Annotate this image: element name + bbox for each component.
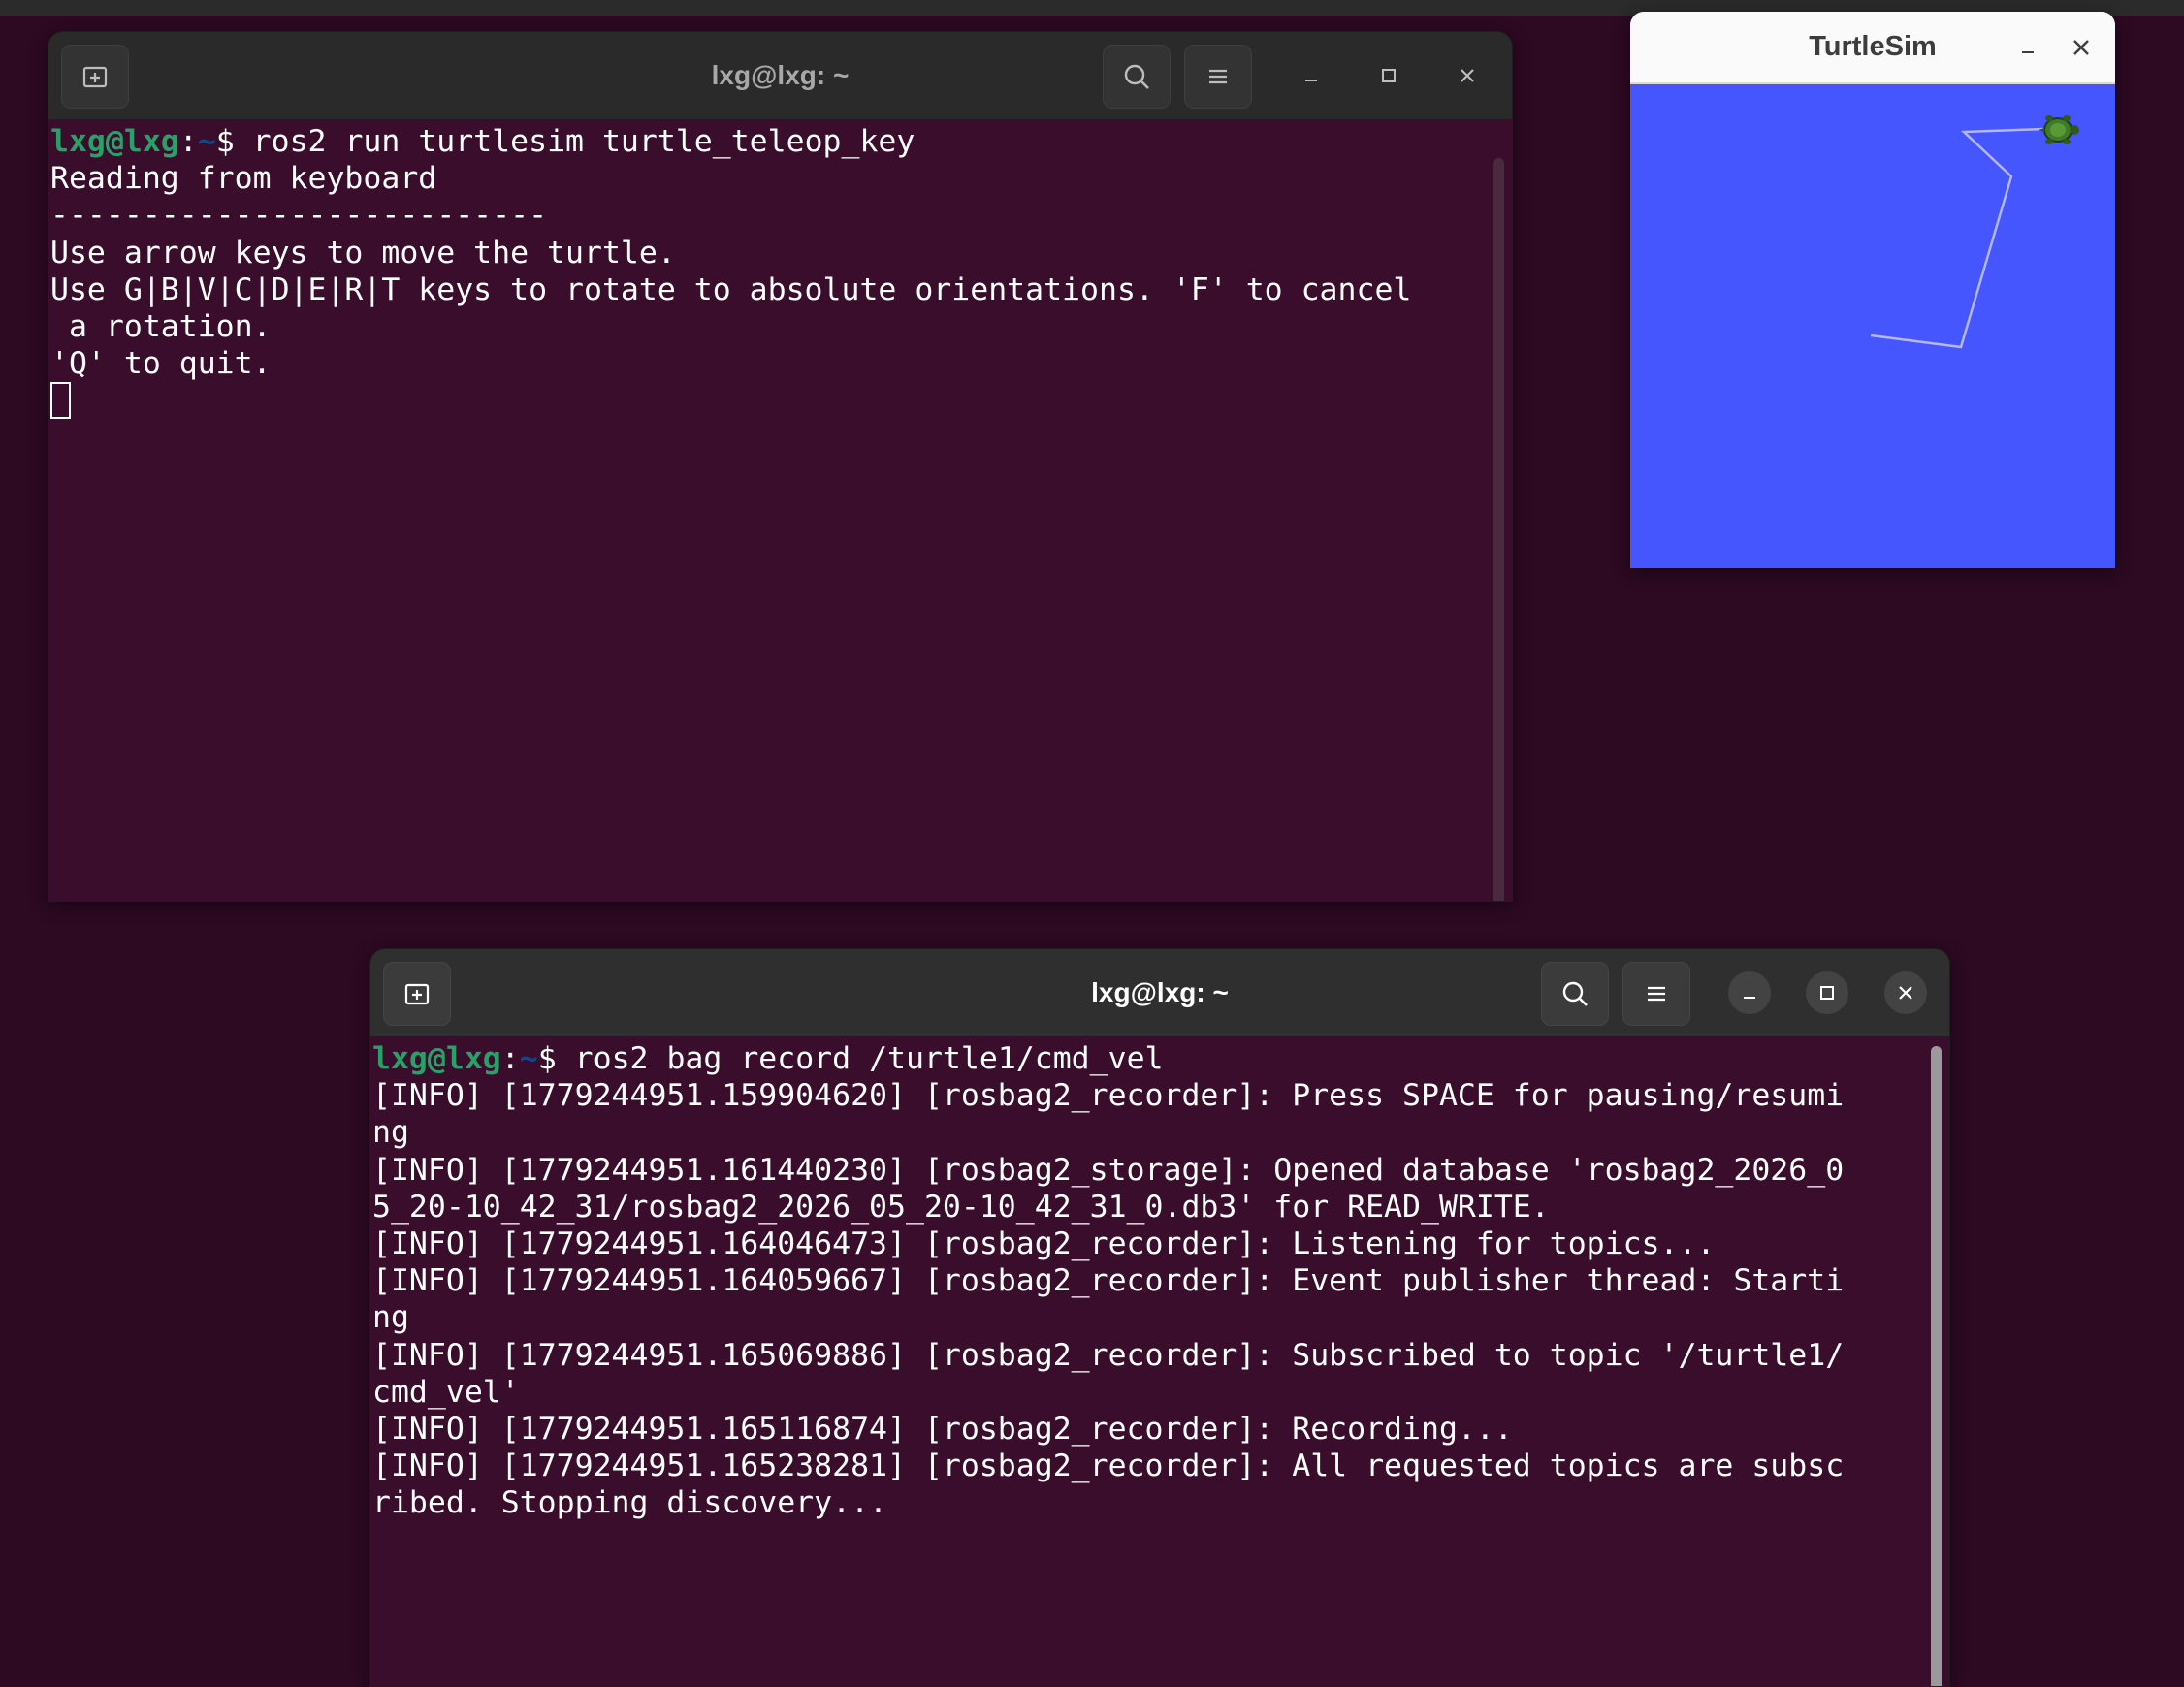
search-button[interactable]	[1541, 962, 1609, 1026]
close-button[interactable]	[1884, 971, 1927, 1014]
search-button[interactable]	[1103, 45, 1171, 109]
maximize-icon	[1382, 69, 1396, 82]
close-icon	[2073, 40, 2089, 55]
prompt-user: lxg@lxg	[372, 1041, 501, 1076]
prompt-symbol: $	[537, 1041, 575, 1076]
cursor-line	[50, 382, 1512, 420]
output-line: Use G|B|V|C|D|E|R|T keys to rotate to ab…	[50, 271, 1412, 307]
minimize-button[interactable]	[2011, 31, 2044, 64]
prompt-line: lxg@lxg:~$ ros2 run turtlesim turtle_tel…	[50, 123, 1512, 160]
output-line: [INFO] [1779244951.164046473] [rosbag2_r…	[372, 1225, 1716, 1261]
text-cursor	[50, 382, 71, 420]
command-text: ros2 bag record /turtle1/cmd_vel	[574, 1041, 1164, 1076]
hamburger-menu-icon	[1209, 69, 1227, 84]
output-line: Reading from keyboard	[50, 161, 437, 197]
command-text: ros2 run turtlesim turtle_teleop_key	[252, 124, 915, 159]
prompt-path: ~	[519, 1041, 538, 1076]
maximize-icon	[1820, 986, 1834, 1000]
terminal-output[interactable]: lxg@lxg:~$ ros2 run turtlesim turtle_tel…	[48, 119, 1512, 901]
menu-button[interactable]	[1622, 962, 1690, 1026]
terminal-window-rosbag[interactable]: lxg@lxg: ~ lxg@lxg:~$ ros2 bag record /t…	[369, 948, 1950, 1687]
minimize-icon	[2022, 51, 2034, 53]
hamburger-menu-icon	[1648, 986, 1665, 1002]
output-line: [INFO] [1779244951.161440230] [rosbag2_s…	[372, 1152, 1845, 1188]
terminal-output[interactable]: lxg@lxg:~$ ros2 bag record /turtle1/cmd_…	[370, 1036, 1949, 1686]
turtlesim-window[interactable]: TurtleSim	[1630, 12, 2115, 568]
output-line: ---------------------------	[50, 198, 548, 234]
output-line: ribed. Stopping discovery...	[372, 1485, 888, 1521]
output-line: [INFO] [1779244951.164059667] [rosbag2_r…	[372, 1263, 1845, 1299]
close-icon	[1461, 69, 1474, 82]
maximize-button[interactable]	[1367, 54, 1410, 97]
terminal-header[interactable]: lxg@lxg: ~	[48, 32, 1512, 119]
search-icon	[1124, 64, 1149, 89]
output-line: ng	[372, 1115, 409, 1151]
output-line: [INFO] [1779244951.165238281] [rosbag2_r…	[372, 1448, 1845, 1484]
minimize-button[interactable]	[1290, 54, 1333, 97]
output-line: 5_20-10_42_31/rosbag2_2026_05_20-10_42_3…	[372, 1189, 1550, 1225]
terminal-window-teleop[interactable]: lxg@lxg: ~ lxg@lxg:~$ ros2 run turtlesim…	[48, 31, 1513, 902]
prompt-line: lxg@lxg:~$ ros2 bag record /turtle1/cmd_…	[372, 1040, 1949, 1077]
search-icon	[1562, 981, 1588, 1006]
output-line: [INFO] [1779244951.159904620] [rosbag2_r…	[372, 1078, 1845, 1114]
turtlesim-canvas	[1870, 115, 2079, 349]
minimize-icon	[1305, 80, 1317, 81]
maximize-button[interactable]	[1806, 971, 1848, 1014]
window-title: lxg@lxg: ~	[1091, 977, 1229, 1007]
output-line: ng	[372, 1300, 409, 1336]
close-button[interactable]	[2065, 31, 2098, 64]
turtlesim-header[interactable]: TurtleSim	[1630, 12, 2115, 84]
output-line: [INFO] [1779244951.165069886] [rosbag2_r…	[372, 1337, 1845, 1373]
turtle-icon	[2039, 115, 2079, 144]
prompt-separator: :	[178, 124, 198, 159]
scrollbar[interactable]	[1493, 158, 1504, 901]
output-line: Use arrow keys to move the turtle.	[50, 235, 676, 271]
minimize-icon	[1744, 997, 1755, 999]
prompt-path: ~	[197, 124, 216, 159]
output-line: a rotation.	[50, 308, 272, 344]
minimize-button[interactable]	[1728, 971, 1771, 1014]
close-icon	[1899, 986, 1912, 1000]
output-line: 'Q' to quit.	[50, 346, 272, 382]
scrollbar[interactable]	[1931, 1046, 1942, 1686]
prompt-separator: :	[500, 1041, 520, 1076]
terminal-header[interactable]: lxg@lxg: ~	[370, 949, 1949, 1036]
close-button[interactable]	[1446, 54, 1489, 97]
prompt-user: lxg@lxg	[50, 124, 179, 159]
turtle-trail	[1870, 127, 2045, 349]
output-line: [INFO] [1779244951.165116874] [rosbag2_r…	[372, 1411, 1513, 1447]
output-line: cmd_vel'	[372, 1374, 520, 1410]
prompt-symbol: $	[215, 124, 253, 159]
menu-button[interactable]	[1184, 45, 1252, 109]
